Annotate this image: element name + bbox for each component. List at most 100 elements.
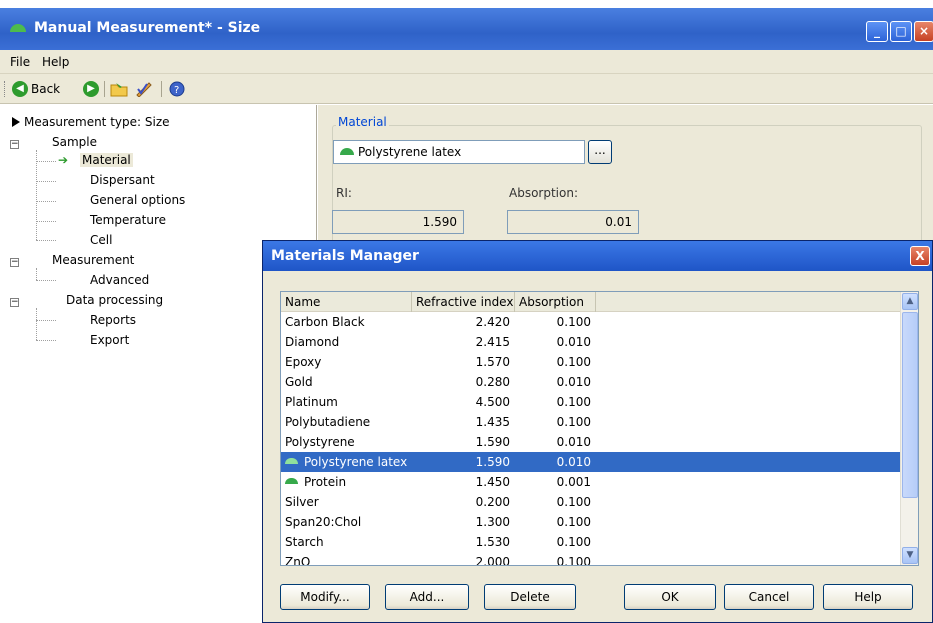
cancel-button[interactable]: Cancel: [724, 584, 814, 610]
table-row[interactable]: ZnO 2.000 0.100: [281, 552, 901, 566]
vertical-scrollbar[interactable]: ▲ ▼: [900, 292, 918, 565]
cell-refractive-index: 1.435: [475, 415, 510, 429]
toolbar: ◀ Back ▶ ?: [0, 74, 933, 104]
table-row[interactable]: Span20:Chol 1.300 0.100: [281, 512, 901, 532]
cell-name: Gold: [285, 375, 313, 389]
tree-connector: [36, 201, 56, 202]
tree-connector: [36, 268, 37, 280]
cell-name-text: Platinum: [285, 395, 338, 409]
tree-item-general-options[interactable]: General options: [90, 193, 185, 207]
forward-button[interactable]: ▶: [83, 81, 99, 97]
absorption-value: 0.01: [507, 210, 639, 234]
cell-refractive-index: 1.450: [475, 475, 510, 489]
tree-connector: [36, 340, 56, 341]
dialog-close-button[interactable]: X: [910, 246, 930, 266]
cell-name: Epoxy: [285, 355, 321, 369]
table-row[interactable]: Protein 1.450 0.001: [281, 472, 901, 492]
cell-name: Silver: [285, 495, 319, 509]
tree-item-data-processing[interactable]: Data processing: [66, 293, 163, 307]
tree-item-export[interactable]: Export: [90, 333, 129, 347]
table-row[interactable]: Silver 0.200 0.100: [281, 492, 901, 512]
add-button[interactable]: Add...: [385, 584, 469, 610]
material-leaf-icon: [340, 148, 354, 155]
column-header-name[interactable]: Name: [281, 292, 412, 312]
cell-name: ZnO: [285, 555, 311, 566]
window-close-button[interactable]: ×: [914, 21, 933, 42]
toolbar-separator: [161, 81, 162, 97]
column-header-refractive-index[interactable]: Refractive index: [412, 292, 515, 312]
menu-help[interactable]: Help: [42, 55, 69, 69]
app-icon: [10, 24, 26, 32]
tree-connector: [36, 161, 56, 162]
cell-name-text: Span20:Chol: [285, 515, 362, 529]
ri-value: 1.590: [332, 210, 464, 234]
table-row[interactable]: Polystyrene 1.590 0.010: [281, 432, 901, 452]
scroll-up-icon[interactable]: ▲: [902, 293, 918, 310]
tree-connector: [36, 150, 37, 240]
material-group-title: Material: [336, 115, 389, 129]
material-field[interactable]: Polystyrene latex: [333, 140, 585, 164]
tree-item-advanced[interactable]: Advanced: [90, 273, 149, 287]
materials-table: Name Refractive index Absorption Carbon …: [280, 291, 919, 566]
tree-item-cell[interactable]: Cell: [90, 233, 112, 247]
cell-name-text: Carbon Black: [285, 315, 365, 329]
back-arrow-icon: ◀: [12, 81, 28, 97]
cell-name-text: ZnO: [285, 555, 311, 566]
browse-material-button[interactable]: ...: [588, 140, 612, 164]
tree-expand-arrow-icon: [12, 117, 20, 127]
tree-item-material[interactable]: Material: [80, 153, 133, 167]
tree-item-reports[interactable]: Reports: [90, 313, 136, 327]
tree-item-root[interactable]: Measurement type: Size: [24, 115, 170, 129]
table-row[interactable]: Polybutadiene 1.435 0.100: [281, 412, 901, 432]
scroll-down-icon[interactable]: ▼: [902, 547, 918, 564]
tree-item-temperature[interactable]: Temperature: [90, 213, 166, 227]
table-header: Name Refractive index Absorption: [281, 292, 918, 312]
material-leaf-icon: [285, 458, 298, 464]
edit-check-icon[interactable]: [135, 81, 153, 98]
table-row[interactable]: Epoxy 1.570 0.100: [281, 352, 901, 372]
cell-name: Carbon Black: [285, 315, 365, 329]
help-button[interactable]: Help: [823, 584, 913, 610]
tree-item-measurement[interactable]: Measurement: [52, 253, 134, 267]
tree-item-dispersant[interactable]: Dispersant: [90, 173, 155, 187]
delete-button[interactable]: Delete: [484, 584, 576, 610]
cell-name-text: Gold: [285, 375, 313, 389]
table-row[interactable]: Platinum 4.500 0.100: [281, 392, 901, 412]
back-button[interactable]: ◀ Back: [12, 81, 60, 97]
ok-button[interactable]: OK: [624, 584, 716, 610]
collapse-sample-icon[interactable]: −: [10, 140, 19, 149]
cell-name: Starch: [285, 535, 324, 549]
open-folder-icon[interactable]: [110, 81, 128, 97]
tree-connector: [36, 280, 56, 281]
minimize-button[interactable]: _: [866, 21, 888, 42]
table-row[interactable]: Carbon Black 2.420 0.100: [281, 312, 901, 332]
material-leaf-icon: [285, 478, 298, 484]
menu-file[interactable]: File: [10, 55, 30, 69]
maximize-button[interactable]: □: [890, 21, 912, 42]
table-row[interactable]: Diamond 2.415 0.010: [281, 332, 901, 352]
tree-item-sample[interactable]: Sample: [52, 135, 97, 149]
help-icon[interactable]: ?: [169, 81, 187, 97]
dialog-titlebar[interactable]: Materials Manager X: [263, 241, 932, 271]
column-header-absorption[interactable]: Absorption: [515, 292, 596, 312]
scroll-thumb[interactable]: [902, 312, 918, 498]
cell-name: Polystyrene: [285, 435, 355, 449]
collapse-measurement-icon[interactable]: −: [10, 258, 19, 267]
table-row[interactable]: Starch 1.530 0.100: [281, 532, 901, 552]
cell-absorption: 0.100: [556, 395, 591, 409]
table-row[interactable]: Polystyrene latex 1.590 0.010: [281, 452, 901, 472]
tree-connector: [36, 240, 56, 241]
cell-refractive-index: 1.300: [475, 515, 510, 529]
cell-absorption: 0.100: [556, 355, 591, 369]
cell-refractive-index: 0.200: [475, 495, 510, 509]
absorption-label: Absorption:: [509, 186, 578, 200]
cell-refractive-index: 4.500: [475, 395, 510, 409]
arrow-right-icon: ➔: [58, 153, 69, 167]
window-titlebar[interactable]: Manual Measurement* - Size _ □ ×: [0, 8, 933, 50]
modify-button[interactable]: Modify...: [280, 584, 370, 610]
table-row[interactable]: Gold 0.280 0.010: [281, 372, 901, 392]
collapse-data-processing-icon[interactable]: −: [10, 298, 19, 307]
toolbar-grip[interactable]: [4, 81, 7, 97]
cell-absorption: 0.010: [556, 455, 591, 469]
cell-refractive-index: 2.420: [475, 315, 510, 329]
